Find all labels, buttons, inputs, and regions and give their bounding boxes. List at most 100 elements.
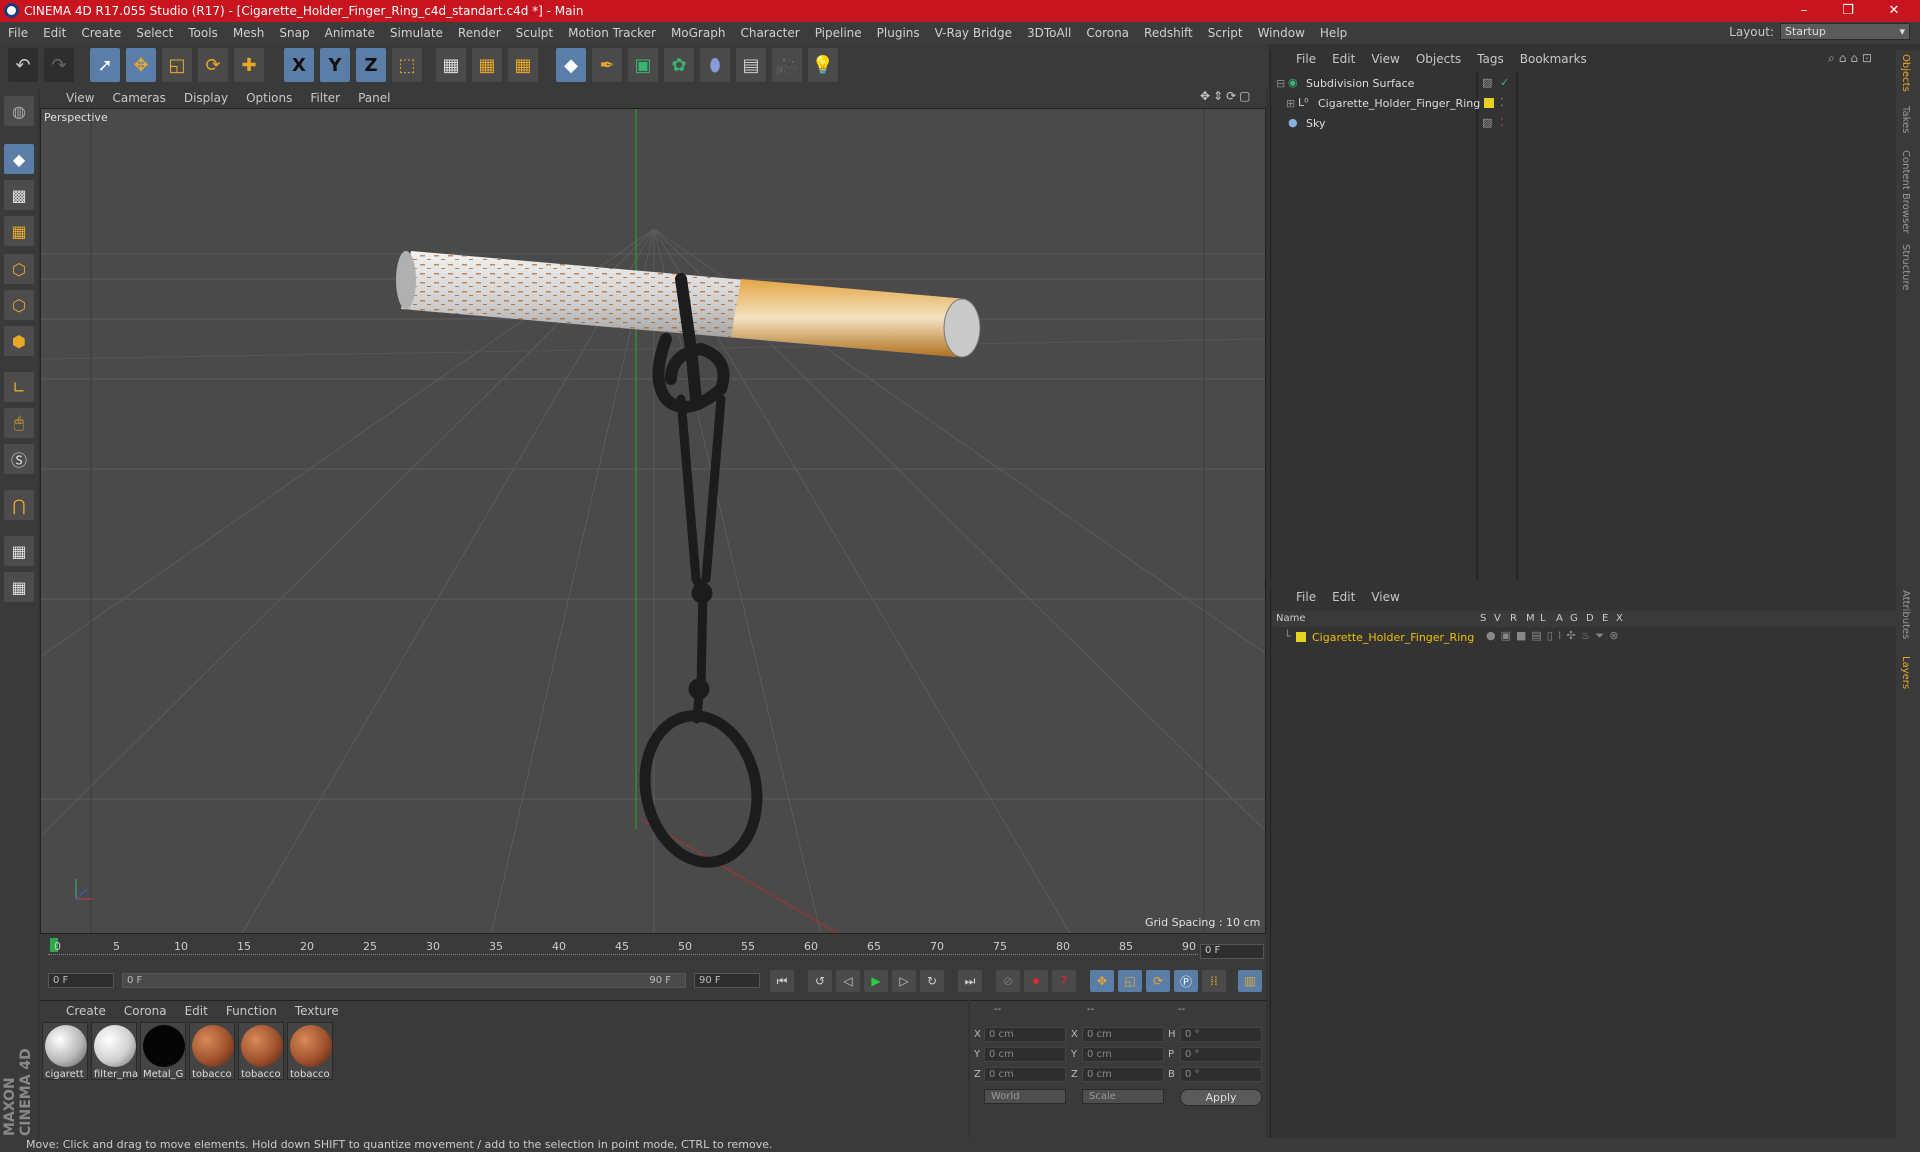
redo-button[interactable]: ↷: [44, 48, 74, 82]
object-row-sky[interactable]: ● Sky ▨ ⁚: [1274, 114, 1894, 134]
polygons-mode-button[interactable]: ⬢: [4, 326, 34, 356]
snap-settings-button[interactable]: Ⓢ: [4, 444, 34, 474]
coord-rot-p-field[interactable]: 0 °: [1180, 1047, 1262, 1062]
end-frame-field[interactable]: 90 F: [694, 973, 760, 988]
start-frame-field[interactable]: 0 F: [48, 973, 114, 988]
menu-help[interactable]: Help: [1320, 26, 1347, 40]
menu-sculpt[interactable]: Sculpt: [516, 26, 553, 40]
layout-select[interactable]: Startup ▾: [1780, 23, 1910, 40]
objects-menu-tags[interactable]: Tags: [1477, 52, 1504, 66]
render-settings-button[interactable]: ▦: [508, 48, 538, 82]
coord-system-dropdown[interactable]: World: [984, 1089, 1066, 1104]
menu-mograph[interactable]: MoGraph: [671, 26, 726, 40]
deformer-button[interactable]: ⬮: [700, 48, 730, 82]
previous-key-button[interactable]: ↺: [808, 970, 832, 992]
apply-button[interactable]: Apply: [1180, 1089, 1262, 1106]
coord-size-y-field[interactable]: 0 cm: [1082, 1047, 1164, 1062]
key-position-button[interactable]: ✥: [1090, 970, 1114, 992]
previous-frame-button[interactable]: ◁: [836, 970, 860, 992]
current-frame-field[interactable]: 0 F: [1200, 944, 1264, 959]
tab-objects[interactable]: Objects: [1900, 54, 1911, 92]
material-swatch[interactable]: filter_ma: [91, 1022, 138, 1080]
keyframe-selection-button[interactable]: ?: [1052, 970, 1076, 992]
go-to-start-button[interactable]: ⏮: [770, 970, 794, 992]
material-menu-create[interactable]: Create: [66, 1004, 106, 1018]
coord-pos-x-field[interactable]: 0 cm: [984, 1027, 1066, 1042]
camera-button[interactable]: 🎥: [772, 48, 802, 82]
material-menu-function[interactable]: Function: [226, 1004, 277, 1018]
transform-tool-button[interactable]: ✚: [234, 48, 264, 82]
cube-object-button[interactable]: ◆: [556, 48, 586, 82]
tree-collapse-icon[interactable]: ⊟: [1276, 77, 1285, 90]
key-parameter-button[interactable]: Ⓟ: [1174, 970, 1198, 992]
material-swatch[interactable]: Metal_G: [140, 1022, 186, 1080]
menu-file[interactable]: File: [8, 26, 28, 40]
coord-pos-y-field[interactable]: 0 cm: [984, 1047, 1066, 1062]
menu-pipeline[interactable]: Pipeline: [815, 26, 862, 40]
coord-pos-z-field[interactable]: 0 cm: [984, 1067, 1066, 1082]
model-mode-button[interactable]: ◆: [4, 144, 34, 174]
menu-redshift[interactable]: Redshift: [1144, 26, 1193, 40]
menu-render[interactable]: Render: [458, 26, 501, 40]
layer-color-swatch[interactable]: [1296, 632, 1306, 642]
timeline-ruler[interactable]: [40, 934, 1266, 960]
coordinate-system-button[interactable]: ⬚: [392, 48, 422, 82]
rotate-tool-button[interactable]: ⟳: [198, 48, 228, 82]
object-row-subdivision-surface[interactable]: ⊟ ◉ Subdivision Surface ▨ ✓: [1274, 74, 1894, 94]
coord-size-mode-dropdown[interactable]: Scale: [1082, 1089, 1164, 1104]
objects-menu-edit[interactable]: Edit: [1332, 52, 1355, 66]
close-button[interactable]: ✕: [1872, 0, 1916, 22]
tab-takes[interactable]: Takes: [1900, 106, 1911, 133]
menu-create[interactable]: Create: [81, 26, 121, 40]
coord-rot-h-field[interactable]: 0 °: [1180, 1027, 1262, 1042]
menu-vray-bridge[interactable]: V-Ray Bridge: [935, 26, 1012, 40]
edit-toggle-icon[interactable]: ▨: [1482, 76, 1492, 89]
timeline-window-button[interactable]: ▥: [1238, 970, 1262, 992]
visibility-dots-icon[interactable]: ⁚: [1500, 96, 1504, 109]
key-scale-button[interactable]: ◱: [1118, 970, 1142, 992]
play-button[interactable]: ▶: [864, 970, 888, 992]
key-pla-button[interactable]: ⁞⁞: [1202, 970, 1226, 992]
coord-rot-b-field[interactable]: 0 °: [1180, 1067, 1262, 1082]
menu-mesh[interactable]: Mesh: [233, 26, 265, 40]
tab-layers[interactable]: Layers: [1900, 656, 1911, 689]
viewport-menu-filter[interactable]: Filter: [310, 91, 340, 105]
perspective-viewport[interactable]: [40, 108, 1266, 934]
viewport-nav-icons[interactable]: ✥⇕⟳▢: [1200, 89, 1254, 103]
viewport-menu-panel[interactable]: Panel: [358, 91, 390, 105]
tab-attributes[interactable]: Attributes: [1900, 590, 1911, 639]
snap-button[interactable]: ⋂: [4, 490, 34, 520]
enabled-check-icon[interactable]: ✓: [1500, 76, 1509, 89]
material-menu-edit[interactable]: Edit: [185, 1004, 208, 1018]
menu-3dtoall[interactable]: 3DToAll: [1027, 26, 1071, 40]
viewport-menu-options[interactable]: Options: [246, 91, 292, 105]
layers-menu-view[interactable]: View: [1371, 590, 1399, 604]
edit-toggle-icon[interactable]: ▨: [1482, 116, 1492, 129]
menu-character[interactable]: Character: [740, 26, 799, 40]
tab-structure[interactable]: Structure: [1900, 244, 1911, 291]
move-tool-button[interactable]: ✥: [126, 48, 156, 82]
menu-plugins[interactable]: Plugins: [877, 26, 920, 40]
objects-menu-bookmarks[interactable]: Bookmarks: [1520, 52, 1587, 66]
workplane-mode-button[interactable]: ▦: [4, 216, 34, 246]
object-row-cigarette-holder[interactable]: ⊞ L⁰ Cigarette_Holder_Finger_Ring ⁚: [1274, 94, 1894, 114]
light-button[interactable]: 💡: [808, 48, 838, 82]
spline-pen-button[interactable]: ✒: [592, 48, 622, 82]
menu-motion-tracker[interactable]: Motion Tracker: [568, 26, 656, 40]
y-axis-button[interactable]: Y: [320, 48, 350, 82]
coord-size-z-field[interactable]: 0 cm: [1082, 1067, 1164, 1082]
visibility-dots-icon[interactable]: ⁚: [1500, 116, 1504, 129]
array-button[interactable]: ✿: [664, 48, 694, 82]
next-frame-button[interactable]: ▷: [892, 970, 916, 992]
material-swatch[interactable]: tobacco: [189, 1022, 235, 1080]
material-menu-corona[interactable]: Corona: [124, 1004, 167, 1018]
menu-script[interactable]: Script: [1208, 26, 1243, 40]
objects-menu-objects[interactable]: Objects: [1416, 52, 1461, 66]
menu-snap[interactable]: Snap: [279, 26, 309, 40]
make-editable-button[interactable]: ◍: [4, 96, 34, 126]
menu-tools[interactable]: Tools: [188, 26, 218, 40]
material-swatch[interactable]: cigarett: [42, 1022, 88, 1080]
points-mode-button[interactable]: ⬡: [4, 254, 34, 284]
layers-menu-edit[interactable]: Edit: [1332, 590, 1355, 604]
material-swatch[interactable]: tobacco: [287, 1022, 333, 1080]
